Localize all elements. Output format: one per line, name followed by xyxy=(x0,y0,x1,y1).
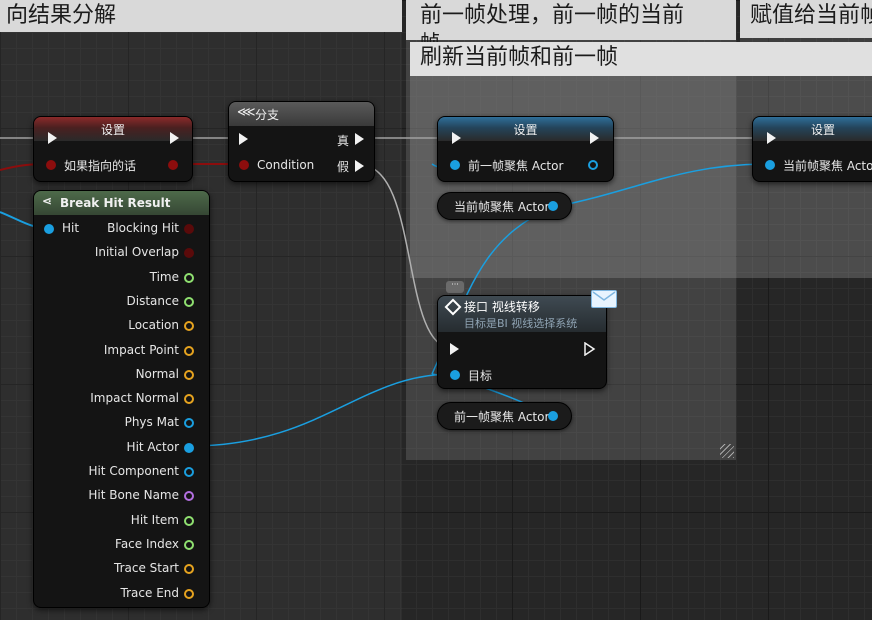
break-hit-output-pin[interactable] xyxy=(184,467,194,477)
branch-condition-pin[interactable] xyxy=(239,160,249,170)
break-hit-output-pin[interactable] xyxy=(184,345,194,356)
var-current-out-pin[interactable] xyxy=(548,201,558,211)
break-hit-output-pin[interactable] xyxy=(184,539,194,550)
var-current-label: 当前帧聚焦 Actor xyxy=(454,199,550,214)
set3-pin-label: 当前帧聚焦 Actor xyxy=(783,159,872,173)
break-hit-output-label: Impact Point xyxy=(103,342,179,357)
break-hit-output-label: Trace End xyxy=(120,585,179,600)
break-hit-output-pin[interactable] xyxy=(184,321,194,332)
interface-exec-in-pin[interactable] xyxy=(450,343,459,355)
hit-input-label: Hit xyxy=(62,221,80,235)
interface-subtitle: 目标是BI 视线选择系统 xyxy=(464,316,578,330)
set2-object-out-pin[interactable] xyxy=(588,160,598,170)
branch-node[interactable]: ⋘ 分支 真 Condition 假 xyxy=(228,101,375,182)
break-hit-output-pin[interactable] xyxy=(184,564,194,575)
interface-message-node[interactable]: 接口 视线转移 目标是BI 视线选择系统 目标 xyxy=(437,295,607,389)
var-previous-out-pin[interactable] xyxy=(548,411,558,421)
interface-title: 接口 视线转移 xyxy=(464,299,540,314)
set2-exec-in-pin[interactable] xyxy=(452,132,461,144)
break-hit-output-label: Initial Overlap xyxy=(94,245,179,260)
interface-node-header: 接口 视线转移 目标是BI 视线选择系统 xyxy=(438,296,606,332)
break-hit-output-pin[interactable] xyxy=(184,442,194,453)
break-hit-output-label: Hit Actor xyxy=(126,439,179,454)
break-hit-output-label: Hit Bone Name xyxy=(88,488,179,503)
set-node-2-header: 设置 xyxy=(438,117,613,141)
set3-exec-in-pin[interactable] xyxy=(767,132,776,144)
break-hit-output-pin[interactable] xyxy=(184,224,194,234)
branch-node-header: ⋘ 分支 xyxy=(229,102,374,126)
break-hit-output-label: Normal xyxy=(135,366,179,381)
exec-in-pin[interactable] xyxy=(48,132,57,144)
break-hit-output-label: Blocking Hit xyxy=(107,221,179,235)
set2-object-in-pin[interactable] xyxy=(450,160,460,170)
exec-out-pin[interactable] xyxy=(170,132,179,144)
branch-icon: ⋘ xyxy=(237,105,256,120)
break-hit-output-label: Trace Start xyxy=(114,561,179,576)
comment-bubble-icon[interactable]: ··· xyxy=(446,281,464,293)
exec-out-outline-icon xyxy=(584,342,596,356)
break-hit-output-pin[interactable] xyxy=(184,394,194,405)
break-hit-output-pin[interactable] xyxy=(184,491,194,502)
branch-exec-in-pin[interactable] xyxy=(239,133,248,145)
break-hit-output-label: Distance xyxy=(126,293,179,308)
break-hit-output-pin[interactable] xyxy=(184,588,194,599)
set-node-pin-label: 如果指向的话 xyxy=(64,159,137,173)
set3-object-in-pin[interactable] xyxy=(765,160,775,170)
break-hit-output-label: Face Index xyxy=(115,536,179,551)
break-hit-output-label: Time xyxy=(149,269,179,284)
var-previous-label: 前一帧聚焦 Actor xyxy=(454,409,550,424)
set-node-previous-actor[interactable]: 设置 前一帧聚焦 Actor xyxy=(437,116,614,182)
break-hit-output-pin[interactable] xyxy=(184,272,194,283)
break-hit-output-label: Location xyxy=(128,318,179,333)
branch-false-pin[interactable] xyxy=(355,160,364,172)
hit-input-pin[interactable] xyxy=(44,224,54,234)
break-hit-output-pin[interactable] xyxy=(184,369,194,380)
hit-actor-wire xyxy=(189,373,453,447)
break-hit-result-node[interactable]: ⋖ Break Hit Result Hit Blocking Hit Initi… xyxy=(33,190,210,608)
break-hit-output-label: Hit Item xyxy=(130,512,179,527)
branch-false-label: 假 xyxy=(337,160,350,174)
set-node-header: 设置 xyxy=(34,117,192,141)
break-struct-icon: ⋖ xyxy=(42,194,53,208)
branch-true-pin[interactable] xyxy=(355,133,364,145)
interface-target-pin[interactable] xyxy=(450,370,460,380)
bool-in-pin[interactable] xyxy=(46,160,56,170)
branch-true-label: 真 xyxy=(337,134,350,148)
break-hit-output-label: Phys Mat xyxy=(124,415,179,430)
break-hit-output-pin[interactable] xyxy=(184,418,194,429)
bool-out-pin[interactable] xyxy=(168,160,178,170)
set-node-if-pointing[interactable]: 设置 如果指向的话 xyxy=(33,116,193,182)
break-hit-output-pin[interactable] xyxy=(184,515,194,526)
break-hit-output-label: Hit Component xyxy=(88,464,179,478)
break-hit-title: Break Hit Result xyxy=(60,196,171,210)
break-hit-header: ⋖ Break Hit Result xyxy=(34,191,209,215)
break-hit-output-label: Impact Normal xyxy=(90,391,179,406)
var-current-focus-actor[interactable]: 当前帧聚焦 Actor xyxy=(437,192,572,220)
envelope-message-icon xyxy=(591,290,617,308)
interface-diamond-icon xyxy=(444,298,462,316)
set2-exec-out-pin[interactable] xyxy=(590,132,599,144)
break-hit-output-pin[interactable] xyxy=(184,248,194,259)
branch-title: 分支 xyxy=(255,107,280,122)
interface-target-label: 目标 xyxy=(468,369,493,383)
branch-condition-label: Condition xyxy=(257,158,315,172)
set2-pin-label: 前一帧聚焦 Actor xyxy=(468,159,564,173)
var-previous-focus-actor[interactable]: 前一帧聚焦 Actor xyxy=(437,402,572,430)
set-node-current-actor[interactable]: 设置 当前帧聚焦 Actor xyxy=(752,116,872,182)
break-hit-output-pin[interactable] xyxy=(184,296,194,307)
